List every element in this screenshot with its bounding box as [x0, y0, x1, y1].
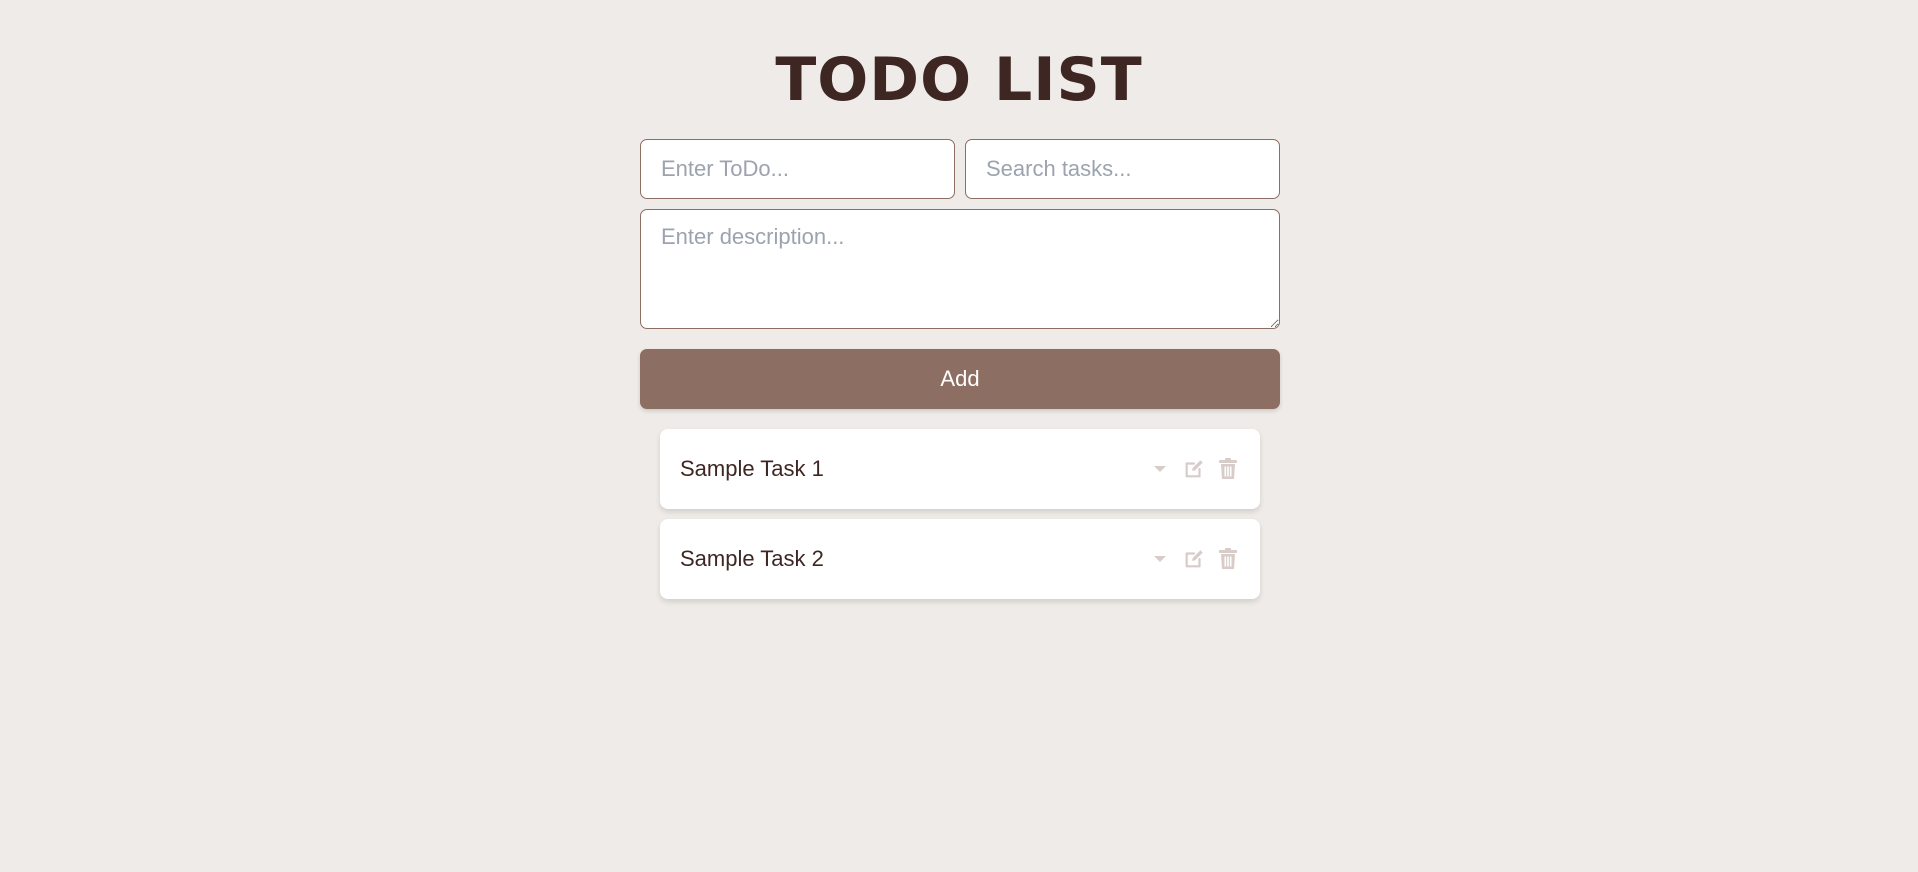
task-actions — [1148, 457, 1240, 481]
trash-icon[interactable] — [1216, 547, 1240, 571]
task-title: Sample Task 2 — [680, 546, 824, 571]
caret-down-icon[interactable] — [1148, 547, 1172, 571]
task-actions — [1148, 547, 1240, 571]
description-input[interactable] — [640, 209, 1280, 329]
search-input[interactable] — [965, 139, 1280, 199]
task-list: Sample Task 1 Sample Task 2 — [660, 429, 1260, 609]
todo-app: TODO LIST Add Sample Task 1 — [0, 0, 1918, 872]
page-title: TODO LIST — [775, 45, 1143, 115]
add-button[interactable]: Add — [640, 349, 1280, 409]
caret-down-icon[interactable] — [1148, 457, 1172, 481]
list-item[interactable]: Sample Task 1 — [660, 429, 1260, 509]
trash-icon[interactable] — [1216, 457, 1240, 481]
edit-icon[interactable] — [1182, 547, 1206, 571]
edit-icon[interactable] — [1182, 457, 1206, 481]
task-title: Sample Task 1 — [680, 456, 824, 481]
todo-input[interactable] — [640, 139, 955, 199]
list-item[interactable]: Sample Task 2 — [660, 519, 1260, 599]
